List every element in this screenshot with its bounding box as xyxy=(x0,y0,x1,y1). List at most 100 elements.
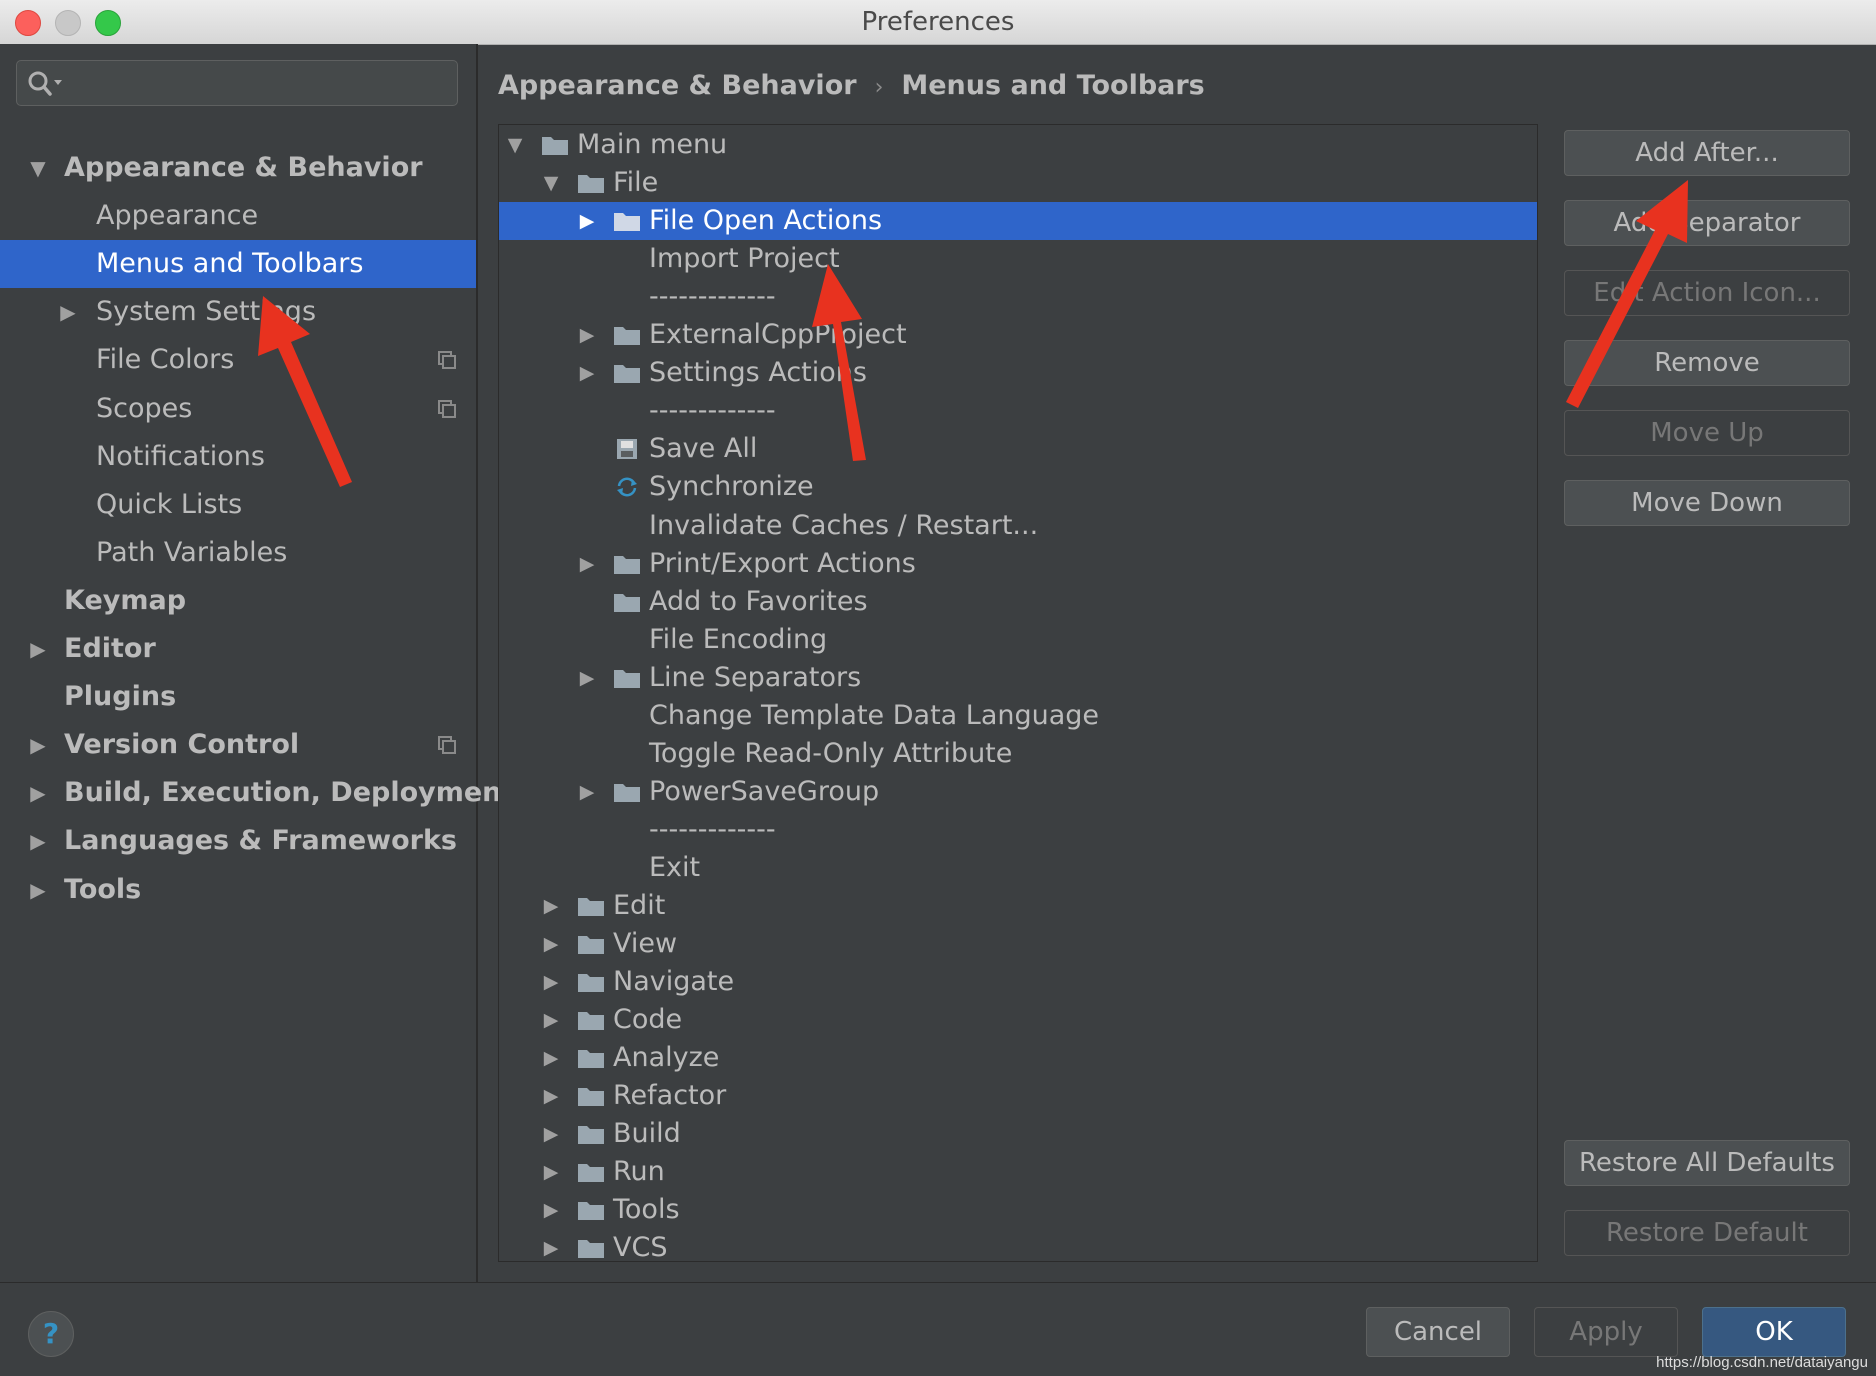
tree-row-analyze[interactable]: ▶ Analyze xyxy=(499,1039,1537,1077)
sidebar-item-appearance[interactable]: Appearance xyxy=(0,192,476,240)
expanded-arrow-icon[interactable]: ▼ xyxy=(541,164,561,202)
tree-row-externalcppproject[interactable]: ▶ ExternalCppProject xyxy=(499,316,1537,354)
collapsed-arrow-icon[interactable]: ▶ xyxy=(28,625,48,673)
move-down-button[interactable]: Move Down xyxy=(1564,480,1850,526)
edit-action-icon-button[interactable]: Edit Action Icon... xyxy=(1564,270,1850,316)
tree-row-code[interactable]: ▶ Code xyxy=(499,1001,1537,1039)
collapsed-arrow-icon[interactable]: ▶ xyxy=(541,1153,561,1191)
restore-default-button[interactable]: Restore Default xyxy=(1564,1210,1850,1256)
tree-row-label: Exit xyxy=(649,851,701,883)
sidebar-item-languages-frameworks[interactable]: ▶ Languages & Frameworks xyxy=(0,817,476,865)
collapsed-arrow-icon[interactable]: ▶ xyxy=(541,1115,561,1153)
remove-button[interactable]: Remove xyxy=(1564,340,1850,386)
collapsed-arrow-icon[interactable]: ▶ xyxy=(541,1077,561,1115)
sidebar-item-system-settings[interactable]: ▶ System Settings xyxy=(0,288,476,336)
tree-row-label: ------------- xyxy=(649,395,776,427)
tree-row-main-menu[interactable]: ▼ Main menu xyxy=(499,126,1537,164)
collapsed-arrow-icon[interactable]: ▶ xyxy=(541,1001,561,1039)
collapsed-arrow-icon[interactable]: ▶ xyxy=(541,963,561,1001)
tree-row-save-all[interactable]: Save All xyxy=(499,430,1537,468)
tree-row-powersavegroup[interactable]: ▶ PowerSaveGroup xyxy=(499,773,1537,811)
collapsed-arrow-icon[interactable]: ▶ xyxy=(28,817,48,865)
add-after-button[interactable]: Add After... xyxy=(1564,130,1850,176)
sidebar-item-file-colors[interactable]: File Colors xyxy=(0,336,476,384)
tree-row-exit[interactable]: Exit xyxy=(499,849,1537,887)
tree-row-change-template-data-language[interactable]: Change Template Data Language xyxy=(499,697,1537,735)
collapsed-arrow-icon[interactable]: ▶ xyxy=(577,659,597,697)
collapsed-arrow-icon[interactable]: ▶ xyxy=(577,316,597,354)
tree-row-toggle-read-only-attribute[interactable]: Toggle Read-Only Attribute xyxy=(499,735,1537,773)
menu-actions-tree[interactable]: ▼ Main menu ▼ File ▶ File Open Actions Import … xyxy=(498,124,1538,1262)
collapsed-arrow-icon[interactable]: ▶ xyxy=(58,288,78,336)
help-button[interactable]: ? xyxy=(28,1311,74,1357)
tree-row-file[interactable]: ▼ File xyxy=(499,164,1537,202)
sidebar-item-plugins[interactable]: Plugins xyxy=(0,673,476,721)
sidebar-item-path-variables[interactable]: Path Variables xyxy=(0,529,476,577)
collapsed-arrow-icon[interactable]: ▶ xyxy=(541,887,561,925)
sidebar-item-quick-lists[interactable]: Quick Lists xyxy=(0,481,476,529)
tree-separator-row[interactable]: ------------- xyxy=(499,392,1537,430)
ok-button[interactable]: OK xyxy=(1702,1307,1846,1357)
tree-row-navigate[interactable]: ▶ Navigate xyxy=(499,963,1537,1001)
tree-row-run[interactable]: ▶ Run xyxy=(499,1153,1537,1191)
tree-row-label: VCS xyxy=(613,1232,668,1262)
preferences-window: Preferences ▼ Appearance & Behavior Appear… xyxy=(0,0,1876,1376)
sidebar-item-tools[interactable]: ▶ Tools xyxy=(0,866,476,914)
collapsed-arrow-icon[interactable]: ▶ xyxy=(541,925,561,963)
collapsed-arrow-icon[interactable]: ▶ xyxy=(577,202,597,240)
sidebar-item-keymap[interactable]: Keymap xyxy=(0,577,476,625)
tree-row-vcs[interactable]: ▶ VCS xyxy=(499,1229,1537,1262)
sidebar-item-appearance-behavior[interactable]: ▼ Appearance & Behavior xyxy=(0,144,476,192)
search-input[interactable] xyxy=(16,60,458,106)
tree-row-build[interactable]: ▶ Build xyxy=(499,1115,1537,1153)
collapsed-arrow-icon[interactable]: ▶ xyxy=(541,1229,561,1261)
tree-row-add-to-favorites[interactable]: Add to Favorites xyxy=(499,583,1537,621)
tree-row-invalidate-caches-restart[interactable]: Invalidate Caches / Restart... xyxy=(499,507,1537,545)
tree-row-tools[interactable]: ▶ Tools xyxy=(499,1191,1537,1229)
sidebar-item-scopes[interactable]: Scopes xyxy=(0,385,476,433)
expanded-arrow-icon[interactable]: ▼ xyxy=(505,126,525,164)
save-all-icon xyxy=(617,439,637,460)
apply-button[interactable]: Apply xyxy=(1534,1307,1678,1357)
collapsed-arrow-icon[interactable]: ▶ xyxy=(28,769,48,817)
sidebar-item-build-execution-deployment[interactable]: ▶ Build, Execution, Deployment xyxy=(0,769,514,817)
add-separator-button[interactable]: Add Separator xyxy=(1564,200,1850,246)
sidebar-item-notifications[interactable]: Notifications xyxy=(0,433,476,481)
tree-row-print-export-actions[interactable]: ▶ Print/Export Actions xyxy=(499,545,1537,583)
project-scope-icon xyxy=(438,351,456,370)
folder-icon xyxy=(578,974,604,993)
cancel-button[interactable]: Cancel xyxy=(1366,1307,1510,1357)
sidebar-item-menus-and-toolbars[interactable]: Menus and Toolbars xyxy=(0,240,476,289)
tree-row-synchronize[interactable]: Synchronize xyxy=(499,468,1537,506)
tree-row-line-separators[interactable]: ▶ Line Separators xyxy=(499,659,1537,697)
sidebar-item-editor[interactable]: ▶ Editor xyxy=(0,625,476,673)
tree-row-label: File xyxy=(613,167,659,199)
collapsed-arrow-icon[interactable]: ▶ xyxy=(28,866,48,914)
folder-icon xyxy=(578,1050,604,1069)
search-icon xyxy=(28,71,62,96)
expanded-arrow-icon[interactable]: ▼ xyxy=(28,144,48,192)
tree-row-label: ------------- xyxy=(649,281,776,313)
tree-row-label: Line Separators xyxy=(649,661,862,693)
collapsed-arrow-icon[interactable]: ▶ xyxy=(577,354,597,392)
collapsed-arrow-icon[interactable]: ▶ xyxy=(577,545,597,583)
tree-row-file-encoding[interactable]: File Encoding xyxy=(499,621,1537,659)
collapsed-arrow-icon[interactable]: ▶ xyxy=(541,1191,561,1229)
tree-row-settings-actions[interactable]: ▶ Settings Actions xyxy=(499,354,1537,392)
tree-row-file-open-actions[interactable]: ▶ File Open Actions xyxy=(499,202,1537,241)
move-up-button[interactable]: Move Up xyxy=(1564,410,1850,456)
tree-row-view[interactable]: ▶ View xyxy=(499,925,1537,963)
tree-row-edit[interactable]: ▶ Edit xyxy=(499,887,1537,925)
dialog-footer: ? Cancel Apply OK https://blog.csdn.net/… xyxy=(0,1282,1876,1376)
tree-separator-row[interactable]: ------------- xyxy=(499,811,1537,849)
restore-all-defaults-button[interactable]: Restore All Defaults xyxy=(1564,1140,1850,1186)
tree-row-import-project[interactable]: Import Project xyxy=(499,240,1537,278)
sidebar-item-version-control[interactable]: ▶ Version Control xyxy=(0,721,476,769)
collapsed-arrow-icon[interactable]: ▶ xyxy=(577,773,597,811)
folder-icon xyxy=(614,555,640,574)
collapsed-arrow-icon[interactable]: ▶ xyxy=(541,1039,561,1077)
collapsed-arrow-icon[interactable]: ▶ xyxy=(28,721,48,769)
breadcrumb-parent[interactable]: Appearance & Behavior xyxy=(498,70,857,101)
tree-separator-row[interactable]: ------------- xyxy=(499,278,1537,316)
tree-row-refactor[interactable]: ▶ Refactor xyxy=(499,1077,1537,1115)
